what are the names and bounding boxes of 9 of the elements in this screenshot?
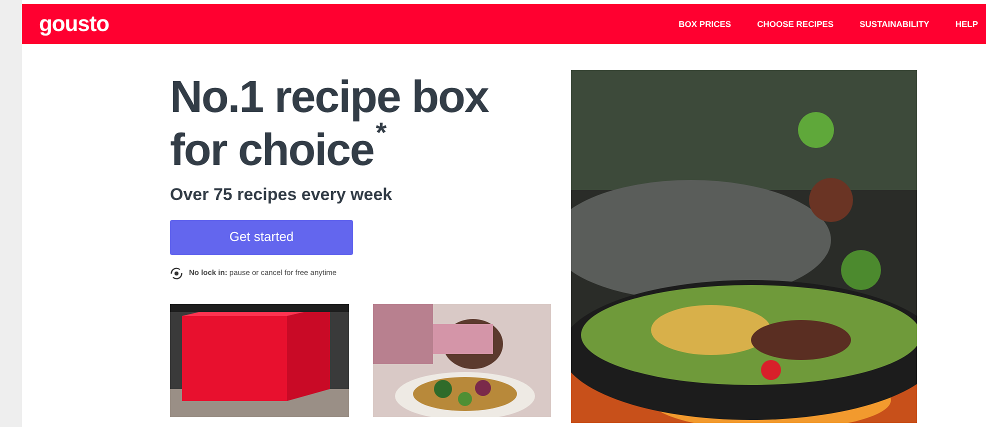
hero-subtitle: Over 75 recipes every week — [170, 184, 394, 206]
nav-link[interactable]: BOX PRICES — [678, 18, 732, 30]
logo[interactable]: gousto — [39, 13, 110, 35]
nav-link[interactable]: SUSTAINABILITY — [860, 18, 930, 30]
hero-title: for choice — [170, 123, 374, 176]
get-started-button[interactable]: Get started — [170, 220, 353, 254]
nav-link[interactable]: CHOOSE RECIPES — [757, 18, 834, 30]
refresh-icon — [170, 266, 183, 280]
nav-link[interactable]: HELP — [955, 18, 978, 30]
